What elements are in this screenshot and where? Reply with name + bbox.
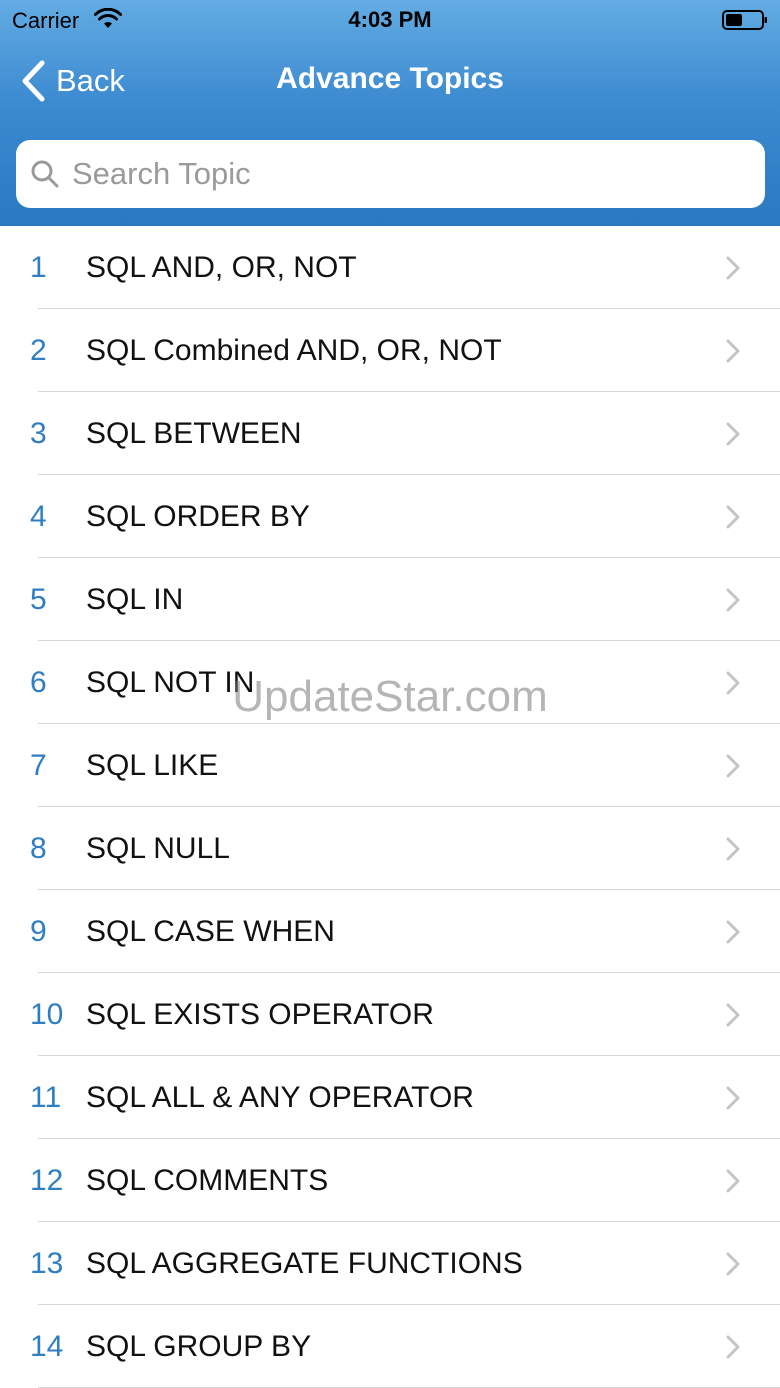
chevron-right-icon	[726, 339, 740, 363]
chevron-right-icon	[726, 588, 740, 612]
chevron-right-icon	[726, 837, 740, 861]
list-item[interactable]: 5 SQL IN	[0, 558, 780, 641]
list-item-number: 9	[30, 915, 47, 948]
topic-list: 1 SQL AND, OR, NOT 2 SQL Combined AND, OR, …	[0, 226, 780, 1388]
status-time: 4:03 PM	[348, 7, 432, 32]
list-item[interactable]: 7 SQL LIKE	[0, 724, 780, 807]
list-item[interactable]: 12 SQL COMMENTS	[0, 1139, 780, 1222]
list-item-label: SQL AND, OR, NOT	[86, 251, 357, 284]
list-item[interactable]: 13 SQL AGGREGATE FUNCTIONS	[0, 1222, 780, 1305]
chevron-right-icon	[726, 1335, 740, 1359]
list-item-number: 10	[30, 998, 64, 1031]
list-item[interactable]: 8 SQL NULL	[0, 807, 780, 890]
list-item-label: SQL NULL	[86, 832, 230, 865]
list-item[interactable]: 11 SQL ALL & ANY OPERATOR	[0, 1056, 780, 1139]
list-item-number: 7	[30, 749, 47, 782]
list-item-label: SQL CASE WHEN	[86, 915, 335, 948]
list-item-number: 12	[30, 1164, 64, 1197]
list-item-label: SQL AGGREGATE FUNCTIONS	[86, 1247, 523, 1280]
list-item-number: 8	[30, 832, 47, 865]
list-item[interactable]: 10 SQL EXISTS OPERATOR	[0, 973, 780, 1056]
navigation-bar: Back Advance Topics	[0, 40, 780, 124]
chevron-right-icon	[726, 1086, 740, 1110]
chevron-right-icon	[726, 671, 740, 695]
chevron-right-icon	[726, 1169, 740, 1193]
list-item-label: SQL LIKE	[86, 749, 219, 782]
list-item-label: SQL ALL & ANY OPERATOR	[86, 1081, 474, 1114]
chevron-right-icon	[726, 256, 740, 280]
list-item[interactable]: 4 SQL ORDER BY	[0, 475, 780, 558]
list-item[interactable]: 3 SQL BETWEEN	[0, 392, 780, 475]
list-item-number: 1	[30, 251, 47, 284]
chevron-right-icon	[726, 505, 740, 529]
list-item[interactable]: 9 SQL CASE WHEN	[0, 890, 780, 973]
list-item-label: SQL EXISTS OPERATOR	[86, 998, 434, 1031]
list-item-number: 13	[30, 1247, 64, 1280]
list-item-number: 2	[30, 334, 47, 367]
list-item-label: SQL BETWEEN	[86, 417, 302, 450]
list-item[interactable]: 1 SQL AND, OR, NOT	[0, 226, 780, 309]
chevron-right-icon	[726, 1252, 740, 1276]
list-item-number: 14	[30, 1330, 64, 1363]
list-item-label: SQL ORDER BY	[86, 500, 310, 533]
list-item-label: SQL IN	[86, 583, 184, 616]
header: Carrier 4:03 PM Back Advance Topics	[0, 0, 780, 226]
chevron-right-icon	[726, 1003, 740, 1027]
list-item-number: 3	[30, 417, 47, 450]
status-bar: Carrier 4:03 PM	[0, 0, 780, 40]
list-item-number: 11	[30, 1081, 62, 1114]
list-item[interactable]: 2 SQL Combined AND, OR, NOT	[0, 309, 780, 392]
list-item-label: SQL NOT IN	[86, 666, 255, 699]
search-icon	[31, 160, 59, 188]
list-item-label: SQL Combined AND, OR, NOT	[86, 334, 502, 367]
chevron-right-icon	[726, 754, 740, 778]
list-item[interactable]: 6 SQL NOT IN	[0, 641, 780, 724]
battery-icon	[722, 10, 767, 30]
list-item-number: 5	[30, 583, 47, 616]
list-item-number: 4	[30, 500, 47, 533]
page-title: Advance Topics	[276, 62, 504, 95]
search-bar[interactable]	[16, 140, 765, 208]
list-item[interactable]: 14 SQL GROUP BY	[0, 1305, 780, 1388]
list-item-label: SQL COMMENTS	[86, 1164, 329, 1197]
list-item-label: SQL GROUP BY	[86, 1330, 312, 1363]
chevron-right-icon	[726, 920, 740, 944]
search-input[interactable]	[72, 156, 732, 192]
list-item-number: 6	[30, 666, 47, 699]
chevron-right-icon	[726, 422, 740, 446]
